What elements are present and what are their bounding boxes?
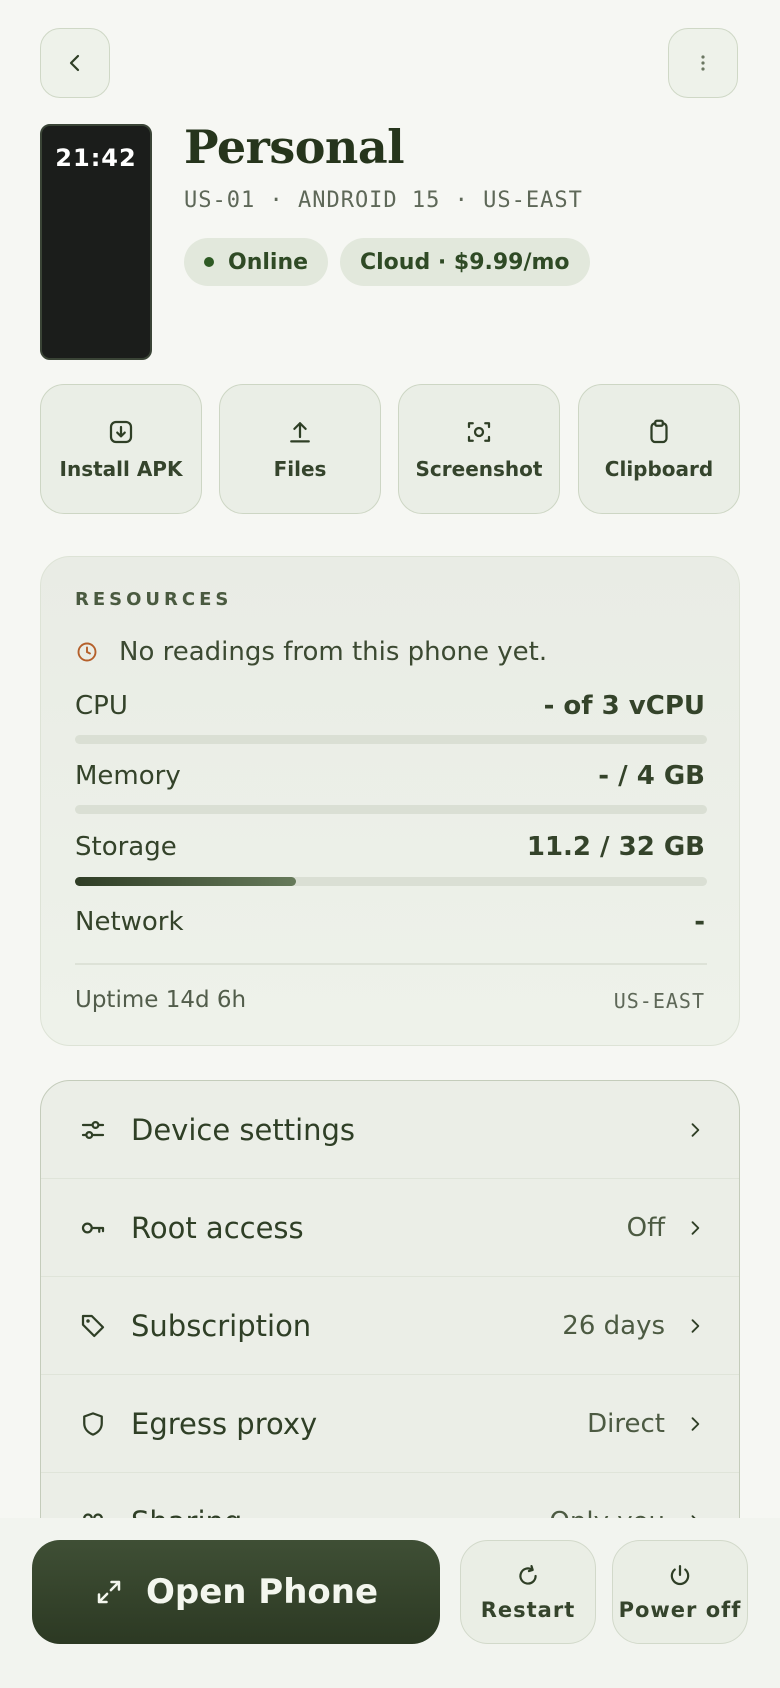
device-name: Personal <box>184 120 405 174</box>
download-box-icon <box>109 420 133 444</box>
screenshot-icon <box>467 422 491 442</box>
restart-label: Restart <box>480 1598 576 1622</box>
more-options-button[interactable] <box>668 28 738 98</box>
chevron-right-icon <box>685 1414 705 1434</box>
upload-icon <box>290 422 310 443</box>
key-icon <box>73 1213 113 1243</box>
device-thumbnail[interactable]: 21:42 <box>40 124 152 360</box>
menu-item-device-settings[interactable]: Device settings <box>41 1081 739 1179</box>
network-value: - <box>694 907 705 937</box>
restart-icon <box>519 1564 537 1585</box>
open-phone-label: Open Phone <box>145 1572 379 1612</box>
power-icon <box>670 1564 690 1586</box>
menu-item-value: Direct <box>587 1408 665 1439</box>
plan-badge: Cloud · $9.99/mo <box>340 238 590 286</box>
resources-notice: No readings from this phone yet. <box>75 637 547 667</box>
memory-label: Memory <box>75 761 181 791</box>
clipboard-icon <box>650 419 668 444</box>
clipboard-label: Clipboard <box>604 457 714 481</box>
network-label: Network <box>75 907 184 937</box>
expand-icon <box>97 1580 121 1604</box>
chevron-right-icon <box>685 1316 705 1336</box>
menu-item-subscription[interactable]: Subscription 26 days <box>41 1277 739 1375</box>
clipboard-button[interactable]: Clipboard <box>578 384 740 514</box>
region-text: US-EAST <box>613 989 705 1013</box>
memory-bar <box>75 805 707 814</box>
resources-title: RESOURCES <box>75 589 233 610</box>
tag-icon <box>73 1311 113 1341</box>
device-subtitle: US-01 · ANDROID 15 · US-EAST <box>184 188 583 213</box>
cpu-label: CPU <box>75 691 128 721</box>
sliders-icon <box>73 1115 113 1145</box>
menu-item-label: Device settings <box>131 1112 356 1147</box>
menu-item-label: Root access <box>131 1210 304 1245</box>
chevron-left-icon <box>69 54 80 72</box>
chevron-right-icon <box>685 1218 705 1238</box>
memory-value: - / 4 GB <box>598 761 705 791</box>
resources-card: RESOURCES No readings from this phone ye… <box>40 556 740 1046</box>
menu-item-egress-proxy[interactable]: Egress proxy Direct <box>41 1375 739 1473</box>
install-apk-label: Install APK <box>59 457 183 481</box>
notice-text: No readings from this phone yet. <box>119 637 548 667</box>
menu-item-value: Off <box>626 1212 665 1243</box>
clock-icon <box>77 642 97 662</box>
menu-item-label: Subscription <box>131 1308 312 1343</box>
menu-item-value: 26 days <box>562 1310 665 1341</box>
restart-button[interactable]: Restart <box>460 1540 596 1644</box>
open-phone-button[interactable]: Open Phone <box>32 1540 440 1644</box>
menu-item-label: Egress proxy <box>131 1406 318 1441</box>
status-badge: Online <box>184 238 329 286</box>
files-label: Files <box>273 457 327 481</box>
more-vertical-icon <box>701 55 705 71</box>
bottom-action-bar: Open Phone Restart Power off <box>0 1518 780 1688</box>
storage-bar <box>75 877 707 886</box>
plan-label: Cloud · $9.99/mo <box>360 249 570 275</box>
screenshot-label: Screenshot <box>415 457 543 481</box>
screenshot-button[interactable]: Screenshot <box>398 384 560 514</box>
install-apk-button[interactable]: Install APK <box>40 384 202 514</box>
cpu-value: - of 3 vCPU <box>543 691 705 721</box>
storage-value: 11.2 / 32 GB <box>526 832 705 862</box>
power-off-label: Power off <box>618 1598 742 1622</box>
cpu-bar <box>75 735 707 744</box>
files-button[interactable]: Files <box>219 384 381 514</box>
power-off-button[interactable]: Power off <box>612 1540 748 1644</box>
resources-divider <box>75 963 707 965</box>
thumbnail-clock: 21:42 <box>55 144 137 172</box>
uptime-text: Uptime 14d 6h <box>75 987 247 1013</box>
status-dot-icon <box>204 257 214 267</box>
chevron-right-icon <box>685 1120 705 1140</box>
shield-icon <box>73 1409 113 1439</box>
storage-bar-fill <box>75 877 297 886</box>
back-button[interactable] <box>40 28 110 98</box>
storage-label: Storage <box>75 832 177 862</box>
device-detail-screen: 21:42 Personal US-01 · ANDROID 15 · US-E… <box>0 0 780 1688</box>
menu-item-root-access[interactable]: Root access Off <box>41 1179 739 1277</box>
status-label: Online <box>228 249 309 275</box>
